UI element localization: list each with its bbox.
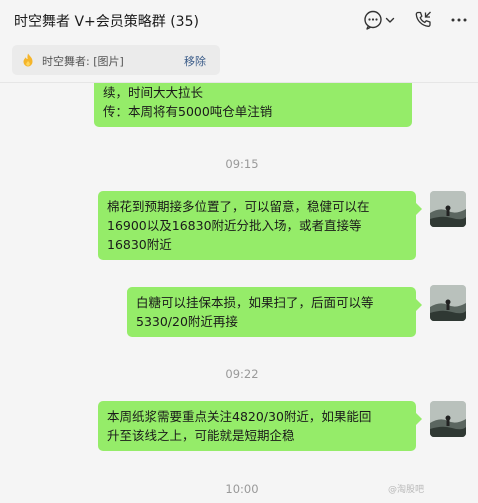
- avatar[interactable]: [430, 191, 466, 227]
- message-timestamp: 10:00: [225, 482, 259, 496]
- avatar[interactable]: [430, 401, 466, 437]
- chat-title[interactable]: 时空舞者 V+会员策略群 (35): [14, 11, 199, 31]
- message-bubble[interactable]: 本周纸浆需要重点关注4820/30附近，如果能回 升至该线之上，可能就是短期企稳: [98, 401, 422, 451]
- more-icon[interactable]: [448, 9, 470, 31]
- message-bubble[interactable]: 白糖可以挂保本损，如果扫了，后面可以等 5330/20附近再接: [127, 287, 422, 337]
- message-list[interactable]: 续，时间大大拉长 传：本周将有5000吨仓单注销 09:15 棉花到预期接多位置…: [0, 83, 478, 503]
- avatar-image: [430, 285, 466, 321]
- pinned-message-bar[interactable]: 时空舞者: [图片] 移除: [12, 45, 220, 75]
- message-bubble[interactable]: 续，时间大大拉长 传：本周将有5000吨仓单注销: [94, 83, 412, 127]
- avatar[interactable]: [430, 285, 466, 321]
- message-bubble[interactable]: 棉花到预期接多位置了，可以留意，稳健可以在 16900以及16830附近分批入场…: [98, 191, 422, 260]
- message-timestamp: 09:22: [225, 367, 259, 381]
- remove-pin-link[interactable]: 移除: [184, 53, 206, 69]
- avatar-image: [430, 401, 466, 437]
- flame-icon: [23, 53, 33, 67]
- pinned-message-text: 时空舞者: [图片]: [42, 55, 124, 68]
- watermark: @淘股吧: [388, 485, 425, 495]
- avatar-image: [430, 191, 466, 227]
- phone-callback-icon[interactable]: [412, 9, 434, 31]
- chat-bubble-icon[interactable]: [362, 9, 384, 31]
- message-timestamp: 09:15: [225, 157, 259, 171]
- chevron-down-icon[interactable]: [384, 9, 396, 31]
- chat-header: 时空舞者 V+会员策略群 (35): [0, 0, 478, 40]
